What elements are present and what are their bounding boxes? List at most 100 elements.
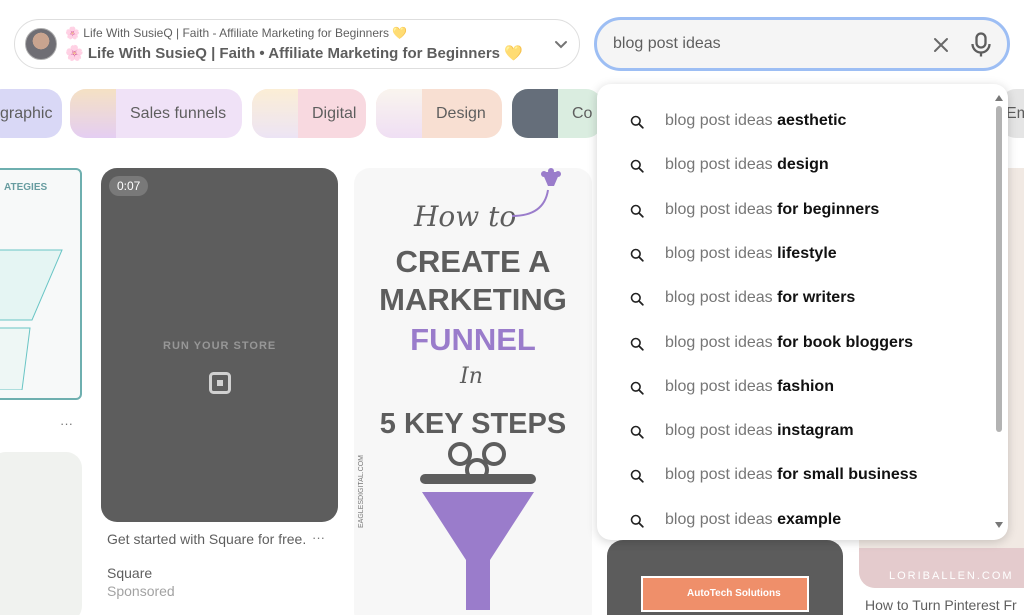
pin-text-line2: MARKETING <box>379 282 567 317</box>
suggestion-completion: for book bloggers <box>777 333 914 351</box>
chip-label: Digital <box>312 104 357 122</box>
suggestion-completion: example <box>777 510 842 528</box>
pin-autotech[interactable]: AutoTech Solutions <box>607 540 843 615</box>
video-duration-badge: 0:07 <box>109 176 149 196</box>
suggestion-item[interactable]: blog post ideas instagram <box>597 411 993 451</box>
suggestion-item[interactable]: blog post ideas for book bloggers <box>597 323 993 363</box>
scroll-down-arrow[interactable] <box>995 522 1003 528</box>
suggestion-completion: instagram <box>777 422 854 440</box>
pin-text-in: In <box>460 364 483 389</box>
suggestion-completion: aesthetic <box>777 112 847 129</box>
search-icon <box>630 425 644 439</box>
pin-text: ATEGIES <box>4 182 48 193</box>
flower-emoji: 🌸 <box>65 26 80 40</box>
suggestion-completion: for beginners <box>777 200 880 218</box>
chip-sales-funnels[interactable]: Sales funnels <box>70 89 242 138</box>
suggestion-completion: fashion <box>777 377 834 395</box>
chip-graphic[interactable]: graphic <box>0 89 62 138</box>
suggestion-query: blog post ideas <box>665 112 778 129</box>
pin-title[interactable]: Get started with Square for free. <box>107 531 307 548</box>
board-selector[interactable]: 🌸 Life With SusieQ | Faith - Affiliate M… <box>14 19 580 69</box>
funnel-icon <box>420 442 536 610</box>
pin-site-credit: EAGLESDIGITAL.COM <box>358 455 365 528</box>
suggestion-query: blog post ideas <box>665 156 778 174</box>
pin-text-autotech: AutoTech Solutions <box>641 576 809 612</box>
suggestion-text: blog post ideas fashion <box>665 378 834 396</box>
sponsored-label: Sponsored <box>107 583 175 599</box>
suggestion-text: blog post ideas for small business <box>665 466 918 484</box>
chip-design[interactable]: Design <box>376 89 502 138</box>
search-icon <box>630 115 644 129</box>
suggestion-completion: for small business <box>777 466 918 484</box>
board-subtitle: 🌸 Life With SusieQ | Faith - Affiliate M… <box>65 26 407 40</box>
suggestion-item[interactable]: blog post ideas aesthetic <box>597 101 993 141</box>
pin-marketing-funnel[interactable]: How to CREATE A MARKETING FUNNEL In 5 KE… <box>354 168 592 615</box>
suggestion-text: blog post ideas aesthetic <box>665 112 846 130</box>
pin-text-line4: 5 KEY STEPS <box>379 408 567 440</box>
arrow-funnel-icon <box>511 168 561 217</box>
search-icon <box>630 381 644 395</box>
heart-emoji: 💛 <box>392 26 408 40</box>
board-subtitle-text: Life With SusieQ | Faith - Affiliate Mar… <box>83 26 389 40</box>
suggestion-text: blog post ideas for writers <box>665 289 855 307</box>
search-icon <box>630 204 644 218</box>
search-icon <box>630 248 644 262</box>
chip-digital[interactable]: Digital <box>252 89 366 138</box>
chip-co[interactable]: Co <box>512 89 602 138</box>
suggestion-item[interactable]: blog post ideas fashion <box>597 367 993 407</box>
suggestion-query: blog post ideas <box>665 244 778 262</box>
search-icon <box>630 470 644 484</box>
suggestion-completion: lifestyle <box>777 244 837 262</box>
microphone-icon[interactable] <box>969 32 993 58</box>
suggestion-query: blog post ideas <box>665 510 778 528</box>
chip-thumbnail <box>70 89 116 138</box>
suggestion-item[interactable]: blog post ideas for writers <box>597 278 993 318</box>
suggestion-text: blog post ideas lifestyle <box>665 245 837 263</box>
suggestion-text: blog post ideas design <box>665 156 829 174</box>
pin-strategies[interactable]: ATEGIES <box>0 168 82 400</box>
search-icon <box>630 337 644 351</box>
scrollbar-thumb[interactable] <box>996 106 1002 432</box>
board-title-text: Life With SusieQ | Faith • Affiliate Mar… <box>87 45 500 62</box>
search-input[interactable] <box>613 32 913 56</box>
flower-emoji: 🌸 <box>65 44 84 62</box>
suggestion-text: blog post ideas instagram <box>665 422 854 440</box>
chevron-down-icon[interactable] <box>553 36 569 52</box>
suggestion-item[interactable]: blog post ideas for beginners <box>597 190 993 230</box>
pin-title[interactable]: How to Turn Pinterest Fr <box>865 597 1017 613</box>
suggestion-item[interactable]: blog post ideas design <box>597 145 993 185</box>
chip-label: graphic <box>0 104 53 122</box>
pin-video-square[interactable]: 0:07 RUN YOUR STORE <box>101 168 338 522</box>
chip-thumbnail <box>376 89 422 138</box>
suggestion-query: blog post ideas <box>665 466 778 484</box>
suggestion-query: blog post ideas <box>665 333 778 351</box>
search-icon <box>630 159 644 173</box>
pin-partial-bottom[interactable] <box>0 452 82 615</box>
suggestion-text: blog post ideas for beginners <box>665 201 879 219</box>
more-options-icon[interactable]: ··· <box>312 530 325 545</box>
heart-emoji: 💛 <box>504 44 523 62</box>
search-suggestions-dropdown: blog post ideas aesthetic blog post ideas… <box>597 84 1008 540</box>
close-icon[interactable] <box>931 35 951 55</box>
more-options-icon[interactable]: ··· <box>60 416 73 431</box>
chip-label: Design <box>436 104 486 122</box>
chip-label: Co <box>572 104 593 122</box>
video-caption: RUN YOUR STORE <box>163 340 277 352</box>
suggestion-item[interactable]: blog post ideas for small business <box>597 455 993 495</box>
suggestion-query: blog post ideas <box>665 422 778 440</box>
suggestion-item[interactable]: blog post ideas example <box>597 500 993 540</box>
board-title: 🌸 Life With SusieQ | Faith • Affiliate M… <box>65 44 523 62</box>
suggestion-item[interactable]: blog post ideas lifestyle <box>597 234 993 274</box>
pin-brand[interactable]: Square <box>107 565 152 581</box>
funnel-diagram-icon <box>0 249 63 390</box>
suggestion-query: blog post ideas <box>665 200 778 218</box>
suggestion-query: blog post ideas <box>665 377 778 395</box>
pin-text-line1: CREATE A <box>395 244 551 279</box>
scrollbar[interactable] <box>995 92 1006 532</box>
search-bar <box>594 17 1010 71</box>
pin-site-credit: LORIBALLEN.COM <box>889 570 1014 582</box>
chip-label: Sales funnels <box>130 104 227 122</box>
scroll-up-arrow[interactable] <box>995 95 1003 101</box>
chip-thumbnail <box>252 89 298 138</box>
avatar <box>25 28 57 60</box>
